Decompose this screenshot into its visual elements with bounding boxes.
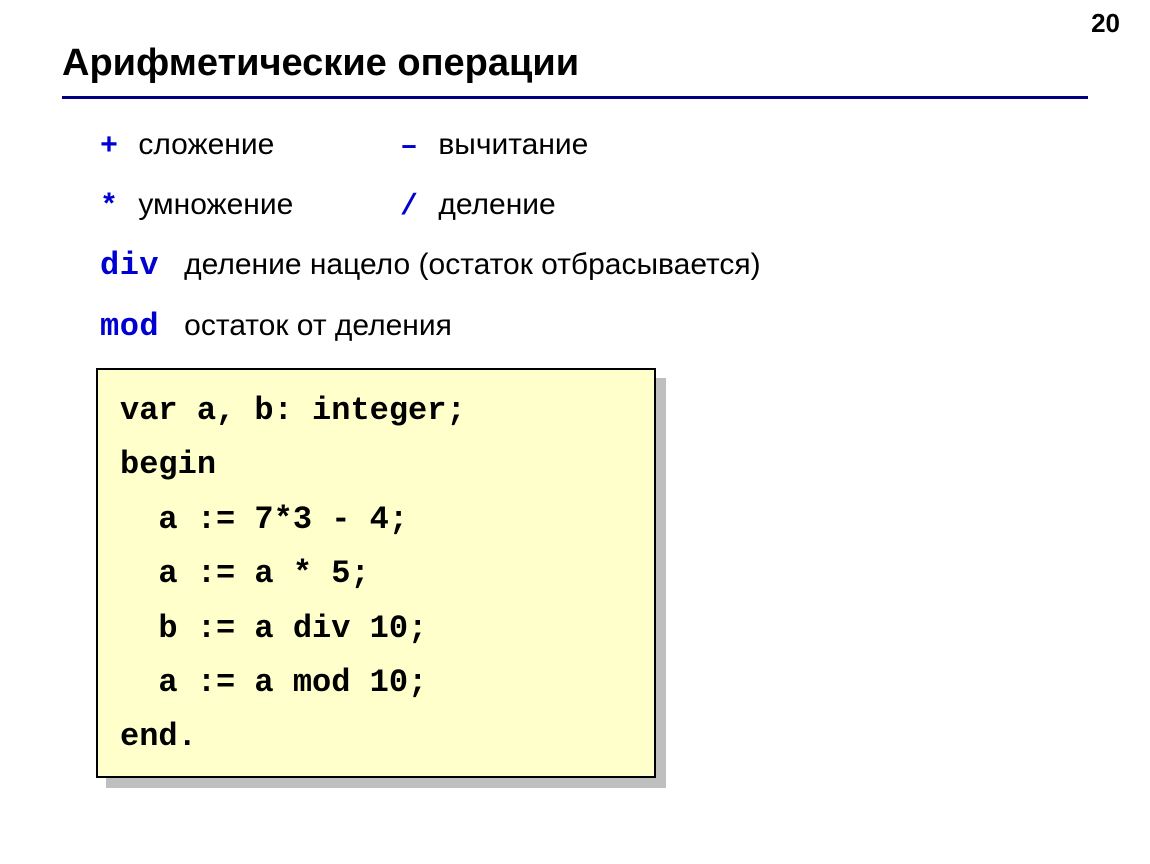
code-line-1: var a, b: integer;	[120, 392, 466, 429]
page-number: 20	[1091, 8, 1120, 39]
code-line-4: a := a * 5;	[120, 555, 370, 592]
op-row-div: div деление нацело (остаток отбрасываетс…	[100, 236, 1080, 297]
title-underline	[62, 96, 1088, 99]
op-minus-label: вычитание	[438, 128, 588, 161]
code-block: var a, b: integer; begin a := 7*3 - 4; a…	[96, 368, 656, 778]
op-mul-label: умножение	[138, 188, 293, 221]
op-modkw-symbol: mod	[100, 308, 159, 345]
op-row-2: * умножение / деление	[100, 176, 1080, 236]
op-minus-symbol: –	[400, 119, 430, 176]
code-line-2: begin	[120, 446, 216, 483]
content-area: + сложение – вычитание * умножение / дел…	[100, 116, 1080, 358]
op-modkw-label: остаток от деления	[184, 309, 452, 342]
code-line-7: end.	[120, 718, 197, 755]
op-div-label: деление	[438, 188, 555, 221]
op-plus-symbol: +	[100, 119, 130, 176]
op-divkw-symbol: div	[100, 247, 159, 284]
op-divkw-label: деление нацело (остаток отбрасывается)	[184, 248, 761, 281]
code-line-3: a := 7*3 - 4;	[120, 501, 408, 538]
code-line-6: a := a mod 10;	[120, 664, 427, 701]
op-row-mod: mod остаток от деления	[100, 297, 1080, 358]
slide: 20 Арифметические операции + сложение – …	[0, 0, 1150, 864]
op-mul-symbol: *	[100, 179, 130, 236]
code-line-5: b := a div 10;	[120, 610, 427, 647]
op-row-1: + сложение – вычитание	[100, 116, 1080, 176]
op-plus-label: сложение	[138, 128, 274, 161]
op-div-symbol: /	[400, 179, 430, 236]
code-block-wrap: var a, b: integer; begin a := 7*3 - 4; a…	[96, 368, 656, 778]
slide-title: Арифметические операции	[62, 42, 579, 85]
